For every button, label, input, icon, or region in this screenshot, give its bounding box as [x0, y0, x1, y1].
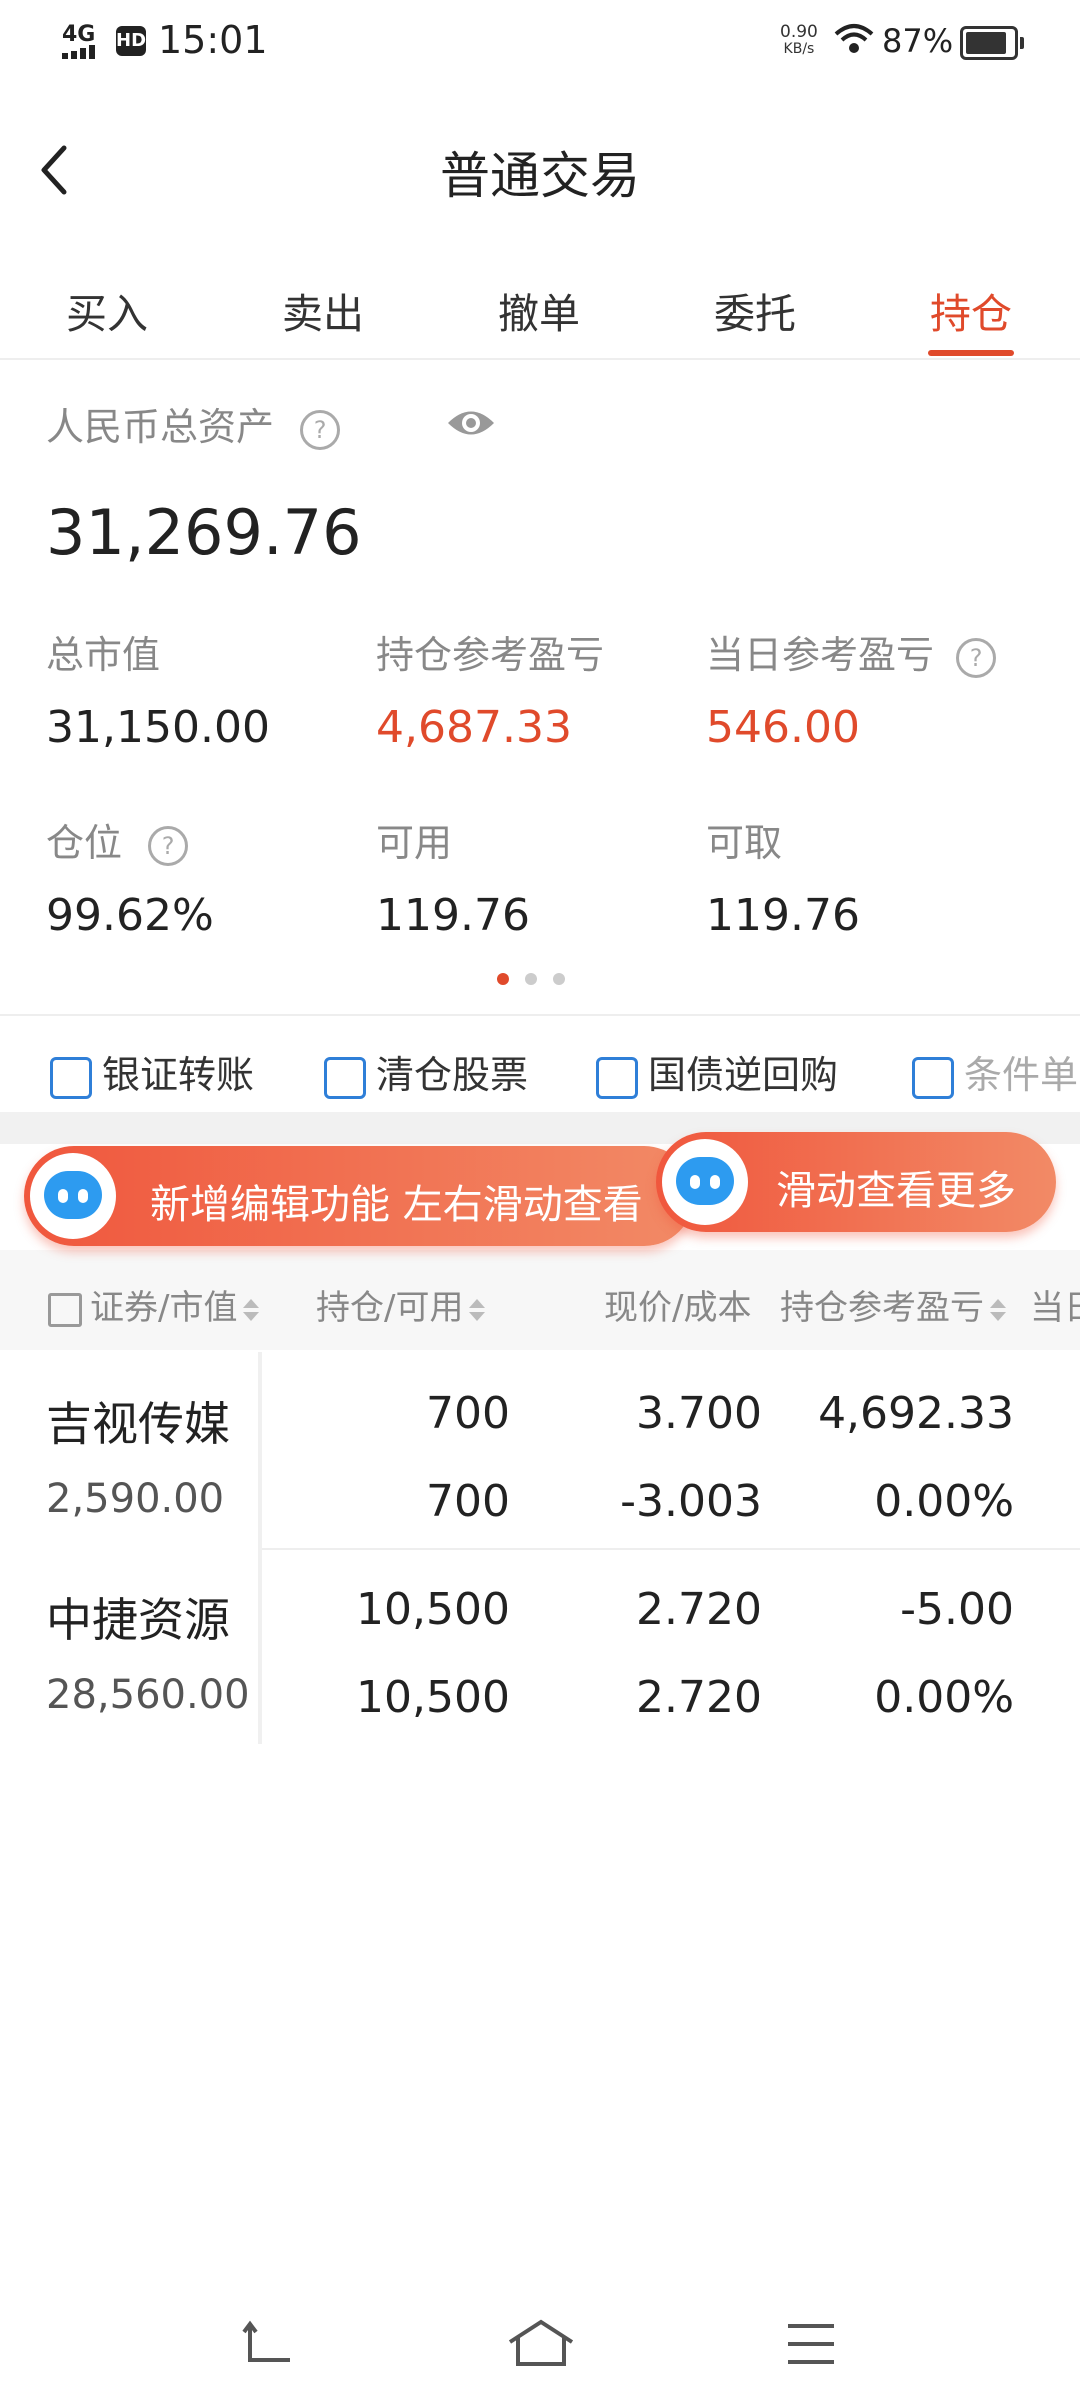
security-market-value: 2,590.00 [46, 1476, 225, 1522]
position-qty: 700 [426, 1388, 510, 1439]
status-bar: 4G HD 15:01 0.90 KB/s 87% [0, 0, 1080, 84]
page-dot [497, 973, 509, 985]
quick-action-clear-stock[interactable]: 清仓股票 [324, 1044, 528, 1099]
page-indicator [497, 970, 581, 989]
total-assets-label-text: 人民币总资产 [46, 405, 275, 449]
today-pl-value: 546.00 [706, 702, 860, 753]
wifi-icon [834, 22, 874, 60]
quick-action-label: 清仓股票 [376, 1053, 529, 1097]
withdrawable-label: 可取 [706, 821, 783, 865]
security-market-value: 28,560.00 [46, 1672, 250, 1718]
header-pl-text: 持仓参考盈亏 [780, 1288, 984, 1328]
position-ratio-value: 99.62% [46, 890, 214, 941]
page-dot [525, 973, 537, 985]
available-label: 可用 [376, 821, 453, 865]
security-name: 中捷资源 [46, 1593, 230, 1647]
clock: 15:01 [158, 18, 268, 62]
hd-badge: HD [116, 26, 146, 56]
tab-bar: 买入 卖出 撤单 委托 持仓 [0, 270, 1080, 360]
market-value: 31,150.00 [46, 702, 270, 753]
table-row[interactable]: 中捷资源 28,560.00 10,500 10,500 2.720 2.720… [0, 1550, 1080, 1746]
available-qty: 700 [426, 1476, 510, 1527]
current-price: 3.700 [636, 1388, 762, 1439]
tooltip-edit-feature[interactable]: 新增编辑功能 左右滑动查看 [24, 1146, 694, 1246]
battery-icon [960, 26, 1024, 60]
tooltip-text: 新增编辑功能 左右滑动查看 [150, 1182, 643, 1228]
position-ratio-label-text: 仓位 [46, 821, 123, 865]
today-pl-label-text: 当日参考盈亏 [706, 633, 935, 677]
clear-stock-icon [324, 1056, 366, 1099]
page-title: 普通交易 [440, 147, 640, 205]
repo-icon [596, 1056, 638, 1099]
header-today: 当日 [1030, 1288, 1080, 1328]
header-price: 现价/成本 [604, 1288, 752, 1328]
today-pl-label: 当日参考盈亏 ? [706, 624, 997, 679]
position-pl-pct: 0.00% [874, 1476, 1014, 1527]
table-header: 证券/市值 持仓/可用 现价/成本 持仓参考盈亏 当日 [0, 1250, 1080, 1350]
security-name: 吉视传媒 [46, 1397, 230, 1451]
mascot-icon [662, 1139, 748, 1225]
current-price: 2.720 [636, 1584, 762, 1635]
position-pl-pct: 0.00% [874, 1672, 1014, 1723]
cost-price: -3.003 [620, 1476, 762, 1527]
transfer-icon [50, 1056, 92, 1099]
tooltip-text: 滑动查看更多 [776, 1168, 1016, 1214]
total-assets-value: 31,269.76 [46, 496, 362, 569]
battery-percent: 87% [882, 22, 954, 60]
edit-icon[interactable] [48, 1292, 82, 1327]
position-qty: 10,500 [356, 1584, 510, 1635]
sort-icon [990, 1298, 1006, 1321]
mascot-icon [30, 1153, 116, 1239]
signal-icon [62, 44, 112, 63]
header-position-text: 持仓/可用 [316, 1288, 464, 1328]
sort-pl-header[interactable]: 持仓参考盈亏 [780, 1280, 1006, 1329]
tab-holdings[interactable]: 持仓 [930, 280, 1012, 340]
help-icon[interactable]: ? [148, 825, 189, 866]
divider [0, 1014, 1080, 1016]
total-assets-label: 人民币总资产 ? [46, 396, 341, 451]
condition-order-icon [912, 1056, 954, 1099]
tab-orders[interactable]: 委托 [714, 280, 796, 340]
quick-action-repo[interactable]: 国债逆回购 [596, 1044, 838, 1099]
eye-icon[interactable] [446, 400, 496, 450]
quick-action-condition-order[interactable]: 条件单 [912, 1044, 1078, 1099]
speed-unit: KB/s [783, 41, 815, 57]
menu-nav-icon[interactable] [786, 2322, 836, 2370]
withdrawable-value: 119.76 [706, 890, 860, 941]
page-dot [553, 973, 565, 985]
position-pl-label: 持仓参考盈亏 [376, 633, 605, 677]
quick-action-label: 条件单 [964, 1053, 1079, 1097]
back-nav-icon[interactable] [242, 2320, 296, 2370]
active-tab-indicator [928, 350, 1014, 356]
speed-value: 0.90 [780, 22, 818, 42]
market-value-label: 总市值 [46, 633, 161, 677]
position-ratio-label: 仓位 ? [46, 812, 189, 867]
network-speed: 0.90 KB/s [780, 24, 818, 58]
tab-buy[interactable]: 买入 [66, 280, 148, 340]
position-pl-value: 4,687.33 [376, 702, 572, 753]
sort-icon [243, 1298, 260, 1321]
available-qty: 10,500 [356, 1672, 510, 1723]
position-pl: 4,692.33 [818, 1388, 1014, 1439]
quick-action-label: 国债逆回购 [648, 1053, 839, 1097]
available-value: 119.76 [376, 890, 530, 941]
tab-cancel[interactable]: 撤单 [498, 280, 580, 340]
sort-security-header[interactable]: 证券/市值 [48, 1280, 260, 1329]
home-nav-icon[interactable] [506, 2318, 576, 2372]
table-row[interactable]: 吉视传媒 2,590.00 700 700 3.700 -3.003 4,692… [0, 1352, 1080, 1548]
sort-icon [469, 1298, 486, 1321]
help-icon[interactable]: ? [956, 637, 997, 678]
quick-action-transfer[interactable]: 银证转账 [50, 1044, 254, 1099]
help-icon[interactable]: ? [300, 409, 341, 450]
quick-action-label: 银证转账 [102, 1053, 255, 1097]
cost-price: 2.720 [636, 1672, 762, 1723]
sort-position-header[interactable]: 持仓/可用 [316, 1280, 486, 1329]
header-security-text: 证券/市值 [90, 1288, 238, 1328]
tooltip-swipe-more[interactable]: 滑动查看更多 [656, 1132, 1056, 1232]
position-pl: -5.00 [900, 1584, 1014, 1635]
tab-sell[interactable]: 卖出 [282, 280, 364, 340]
